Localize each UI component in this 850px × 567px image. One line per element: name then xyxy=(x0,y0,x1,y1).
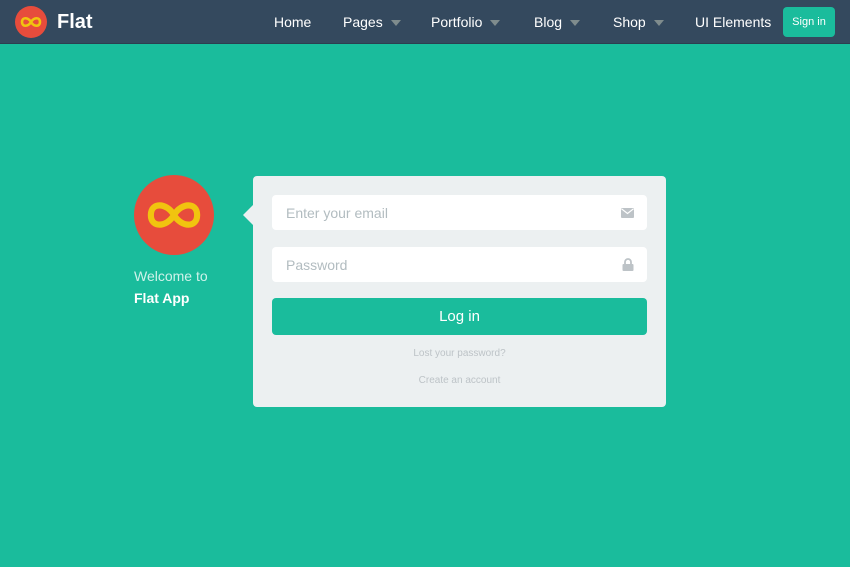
app-logo xyxy=(134,175,214,255)
nav-item-label: Shop xyxy=(613,14,646,30)
signin-button[interactable]: Sign in xyxy=(783,7,835,37)
envelope-icon xyxy=(621,206,634,219)
email-field[interactable]: Enter your email xyxy=(272,195,647,230)
password-placeholder: Password xyxy=(286,256,348,273)
nav-item-label: Portfolio xyxy=(431,14,483,30)
infinity-icon xyxy=(147,202,201,228)
lock-icon xyxy=(621,258,634,271)
panel-pointer xyxy=(243,205,253,225)
welcome-text: Welcome to xyxy=(134,268,208,284)
brand-logo xyxy=(15,6,47,38)
nav-item-label: UI Elements xyxy=(695,14,772,30)
login-button[interactable]: Log in xyxy=(272,298,647,335)
nav-item-portfolio[interactable]: Portfolio xyxy=(431,0,501,44)
caret-down-icon xyxy=(570,20,581,26)
nav-item-ui-elements[interactable]: UI Elements xyxy=(695,0,771,44)
navbar: Flat Home Pages Portfolio Blog Shop UI E… xyxy=(0,0,850,44)
login-panel: Enter your email Password Log in Lost yo… xyxy=(243,176,666,407)
lost-password-link[interactable]: Lost your password? xyxy=(253,348,666,359)
nav-item-home[interactable]: Home xyxy=(274,0,311,44)
brand[interactable]: Flat xyxy=(15,6,93,38)
create-account-link[interactable]: Create an account xyxy=(253,375,666,386)
nav-item-label: Pages xyxy=(343,14,383,30)
brand-name: Flat xyxy=(57,10,93,33)
caret-down-icon xyxy=(653,20,664,26)
nav-item-shop[interactable]: Shop xyxy=(613,0,664,44)
nav-item-label: Home xyxy=(274,14,312,30)
caret-down-icon xyxy=(490,20,501,26)
nav-item-blog[interactable]: Blog xyxy=(534,0,581,44)
nav-item-pages[interactable]: Pages xyxy=(343,0,401,44)
password-field[interactable]: Password xyxy=(272,247,647,282)
app-name: Flat App xyxy=(134,290,190,306)
infinity-icon xyxy=(20,16,42,28)
email-placeholder: Enter your email xyxy=(286,204,388,221)
nav-item-label: Blog xyxy=(534,14,563,30)
caret-down-icon xyxy=(390,20,401,26)
